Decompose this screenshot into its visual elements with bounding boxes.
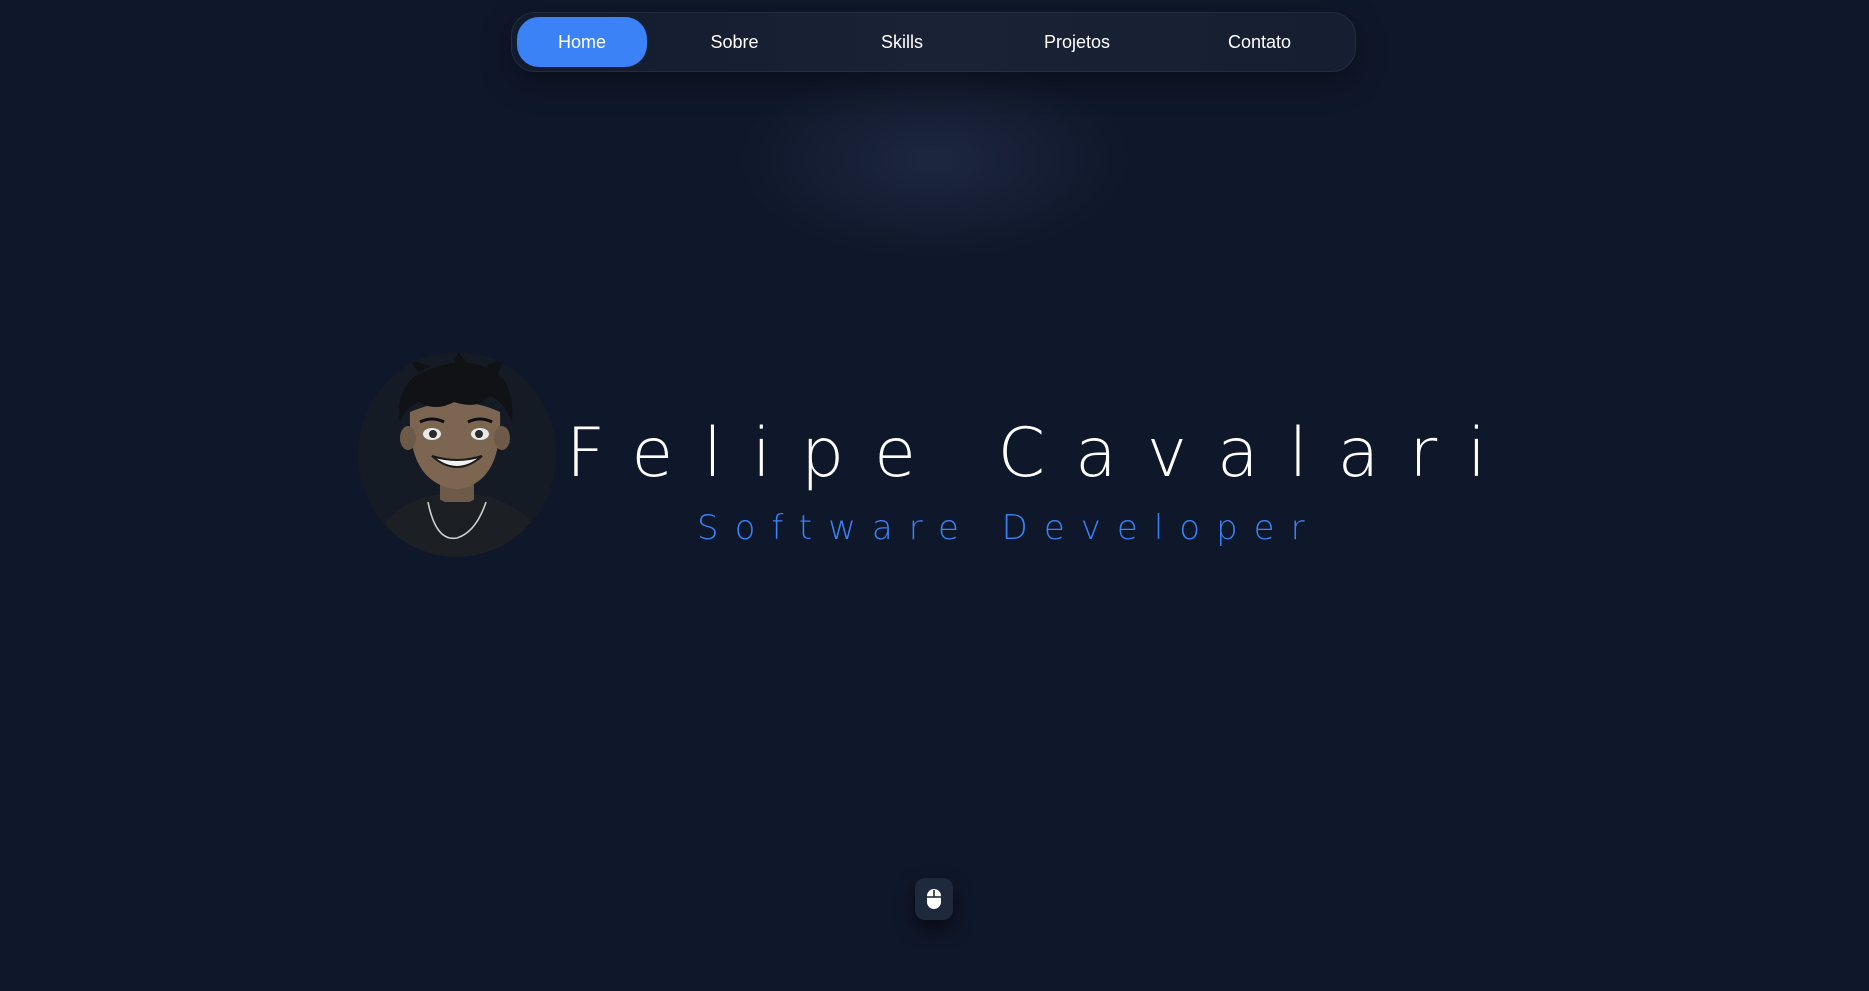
nav-item-projetos[interactable]: Projetos: [982, 17, 1172, 67]
scroll-down-button[interactable]: [915, 878, 953, 920]
nav-item-skills[interactable]: Skills: [822, 17, 982, 67]
hero-role: Software Developer: [697, 508, 1321, 548]
avatar-portrait-icon: [358, 352, 556, 557]
nav-item-contato[interactable]: Contato: [1172, 17, 1347, 67]
main-navbar: Home Sobre Skills Projetos Contato: [511, 12, 1356, 72]
nav-item-home[interactable]: Home: [517, 17, 647, 67]
mouse-icon: [927, 889, 941, 909]
background-glow: [734, 60, 1134, 260]
avatar: [358, 352, 556, 557]
nav-item-sobre[interactable]: Sobre: [647, 17, 822, 67]
hero-name: Felipe Cavalari: [566, 414, 1517, 493]
